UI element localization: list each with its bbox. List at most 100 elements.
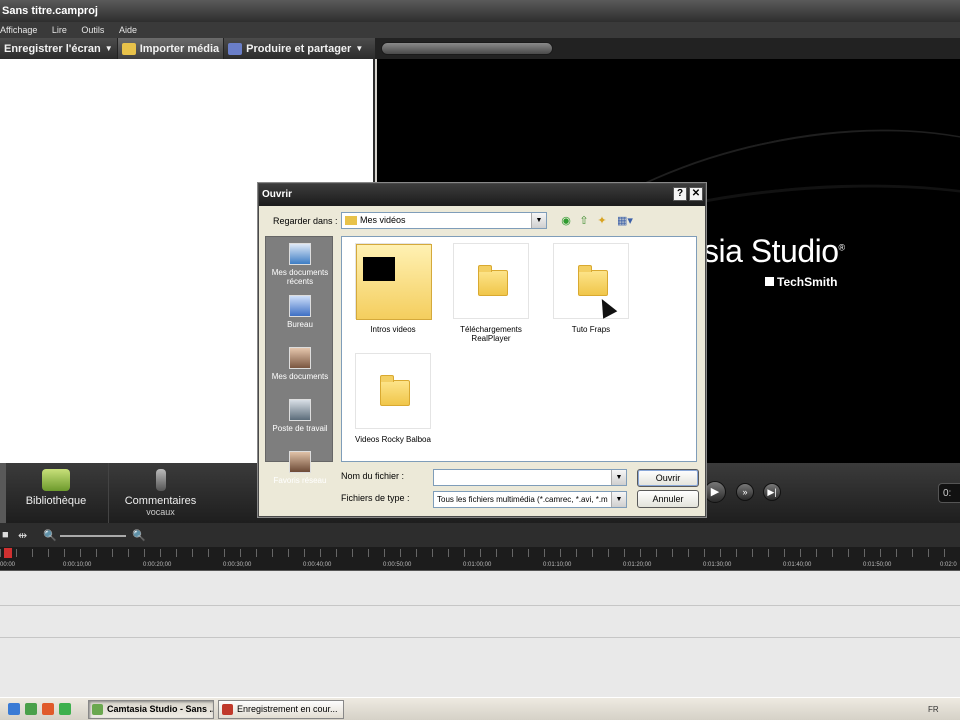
- network-icon: [289, 451, 311, 473]
- place-network[interactable]: Favoris réseau: [266, 451, 334, 485]
- chevron-down-icon[interactable]: ▼: [531, 213, 546, 228]
- filetype-value: Tous les fichiers multimédia (*.camrec, …: [437, 495, 608, 504]
- track-divider: [0, 637, 960, 638]
- ruler-tick: 0:02:0: [940, 562, 957, 568]
- open-button[interactable]: Ouvrir: [637, 469, 699, 487]
- recent-documents-icon: [289, 243, 311, 265]
- preview-scrubber[interactable]: [381, 42, 553, 55]
- ruler-tick: 0:00:30;00: [223, 562, 252, 568]
- chevron-down-icon[interactable]: ▼: [611, 470, 626, 485]
- main-toolbar: Enregistrer l'écran ▼ Importer média Pro…: [0, 38, 375, 59]
- file-item-folder[interactable]: Videos Rocky Balboa: [348, 353, 438, 444]
- place-my-documents[interactable]: Mes documents: [266, 347, 334, 381]
- menu-bar: Affichage Lire Outils Aide: [0, 22, 960, 38]
- place-my-computer[interactable]: Poste de travail: [266, 399, 334, 433]
- taskbar-recording[interactable]: Enregistrement en cour...: [218, 700, 344, 719]
- preview-brand-text: sia Studio®: [703, 233, 845, 269]
- quicklaunch-icon[interactable]: [59, 703, 71, 715]
- chevron-down-icon: ▼: [355, 44, 364, 53]
- techsmith-icon: [765, 277, 774, 286]
- folder-icon: [345, 216, 357, 225]
- menu-item-outils[interactable]: Outils: [81, 22, 104, 38]
- filename-input[interactable]: ▼: [433, 469, 627, 486]
- playhead[interactable]: [4, 548, 12, 558]
- places-bar: Mes documents récents Bureau Mes documen…: [265, 236, 334, 485]
- zoom-out-icon[interactable]: 🔍: [43, 529, 57, 542]
- folder-thumbnail: [355, 243, 432, 320]
- player-top-bar: [375, 38, 960, 59]
- ruler-tick: 0:01:20;00: [623, 562, 652, 568]
- file-item-folder[interactable]: Téléchargements RealPlayer: [446, 243, 536, 343]
- timeline-toolbar: ■ ⇹ 🔍 🔍: [0, 523, 960, 547]
- up-folder-icon[interactable]: ⇧: [577, 214, 591, 228]
- menu-item-aide[interactable]: Aide: [119, 22, 137, 38]
- skip-end-button[interactable]: ▶|: [763, 483, 781, 501]
- tab-voice-narration-label: Commentaires: [124, 495, 197, 507]
- folder-icon: [380, 375, 410, 406]
- tab-library[interactable]: Bibliothèque: [6, 463, 106, 523]
- open-file-dialog: Ouvrir ? ✕ Regarder dans : Mes vidéos ▼ …: [258, 183, 706, 517]
- menu-item-affichage[interactable]: Affichage: [0, 22, 37, 38]
- place-recent-documents[interactable]: Mes documents récents: [266, 243, 334, 286]
- ruler-tick: 0:01:10;00: [543, 562, 572, 568]
- produce-icon: [228, 42, 243, 55]
- filetype-label: Fichiers de type :: [341, 493, 410, 503]
- techsmith-logo: TechSmith: [765, 275, 837, 289]
- play-button[interactable]: ▶: [704, 481, 726, 503]
- import-media-button[interactable]: Importer média: [116, 38, 225, 59]
- taskbar-camtasia[interactable]: Camtasia Studio - Sans ...: [88, 700, 214, 719]
- look-in-dropdown[interactable]: Mes vidéos ▼: [341, 212, 547, 229]
- camtasia-icon: [92, 704, 103, 715]
- tab-voice-narration[interactable]: Commentaires vocaux: [108, 463, 212, 523]
- folder-thumbnail: [453, 243, 529, 319]
- look-in-label: Regarder dans :: [273, 216, 338, 226]
- tab-voice-narration-sublabel: vocaux: [146, 507, 175, 517]
- place-desktop[interactable]: Bureau: [266, 295, 334, 329]
- desktop-icon: [289, 295, 311, 317]
- record-screen-label: Enregistrer l'écran: [4, 42, 101, 55]
- produce-share-button[interactable]: Produire et partager ▼: [224, 38, 367, 59]
- language-indicator: FR: [928, 705, 939, 714]
- new-folder-icon[interactable]: ✦: [595, 214, 609, 228]
- ruler-tick: 0:01:00;00: [463, 562, 492, 568]
- import-media-label: Importer média: [139, 42, 220, 55]
- folder-icon: [356, 244, 432, 320]
- split-icon[interactable]: ⇹: [18, 529, 27, 542]
- cancel-button[interactable]: Annuler: [637, 490, 699, 508]
- view-menu-icon[interactable]: ▦▾: [615, 214, 635, 228]
- quicklaunch-icon[interactable]: [42, 703, 54, 715]
- back-icon[interactable]: ◉: [559, 214, 573, 228]
- filetype-select[interactable]: Tous les fichiers multimédia (*.camrec, …: [433, 491, 627, 508]
- file-list[interactable]: Intros videos Téléchargements RealPlayer…: [341, 236, 697, 462]
- record-screen-button[interactable]: Enregistrer l'écran ▼: [0, 38, 117, 59]
- help-button[interactable]: ?: [673, 187, 687, 201]
- close-button[interactable]: ✕: [689, 187, 703, 201]
- ruler-tick: 0:00:50;00: [383, 562, 412, 568]
- window-title: Sans titre.camproj: [2, 5, 98, 17]
- timeline-tracks[interactable]: [0, 571, 960, 697]
- recorder-icon: [222, 704, 233, 715]
- filename-label: Nom du fichier :: [341, 471, 405, 481]
- file-item-folder[interactable]: Tuto Fraps: [546, 243, 636, 334]
- tab-library-label: Bibliothèque: [25, 495, 87, 507]
- produce-share-label: Produire et partager: [246, 42, 352, 55]
- timeline-ruler[interactable]: 00:00 0:00:10;00 0:00:20;00 0:00:30;00 0…: [0, 547, 960, 571]
- library-icon: [42, 469, 70, 491]
- chevron-down-icon[interactable]: ▼: [611, 492, 626, 507]
- folder-icon: [578, 265, 608, 296]
- quicklaunch-ie-icon[interactable]: [8, 703, 20, 715]
- ruler-marks: [0, 549, 960, 557]
- storyboard-icon[interactable]: ■: [2, 529, 9, 541]
- menu-item-lire[interactable]: Lire: [52, 22, 67, 38]
- fast-forward-button[interactable]: »: [736, 483, 754, 501]
- system-tray[interactable]: FR: [924, 700, 960, 719]
- ruler-tick: 0:01:30;00: [703, 562, 732, 568]
- file-item-folder[interactable]: Intros videos: [348, 243, 438, 334]
- ruler-tick: 0:00:10;00: [63, 562, 92, 568]
- quicklaunch-icon[interactable]: [25, 703, 37, 715]
- my-documents-icon: [289, 347, 311, 369]
- track-divider: [0, 605, 960, 606]
- folder-icon: [478, 265, 508, 296]
- zoom-in-icon[interactable]: 🔍: [132, 529, 146, 542]
- zoom-slider[interactable]: [60, 535, 126, 537]
